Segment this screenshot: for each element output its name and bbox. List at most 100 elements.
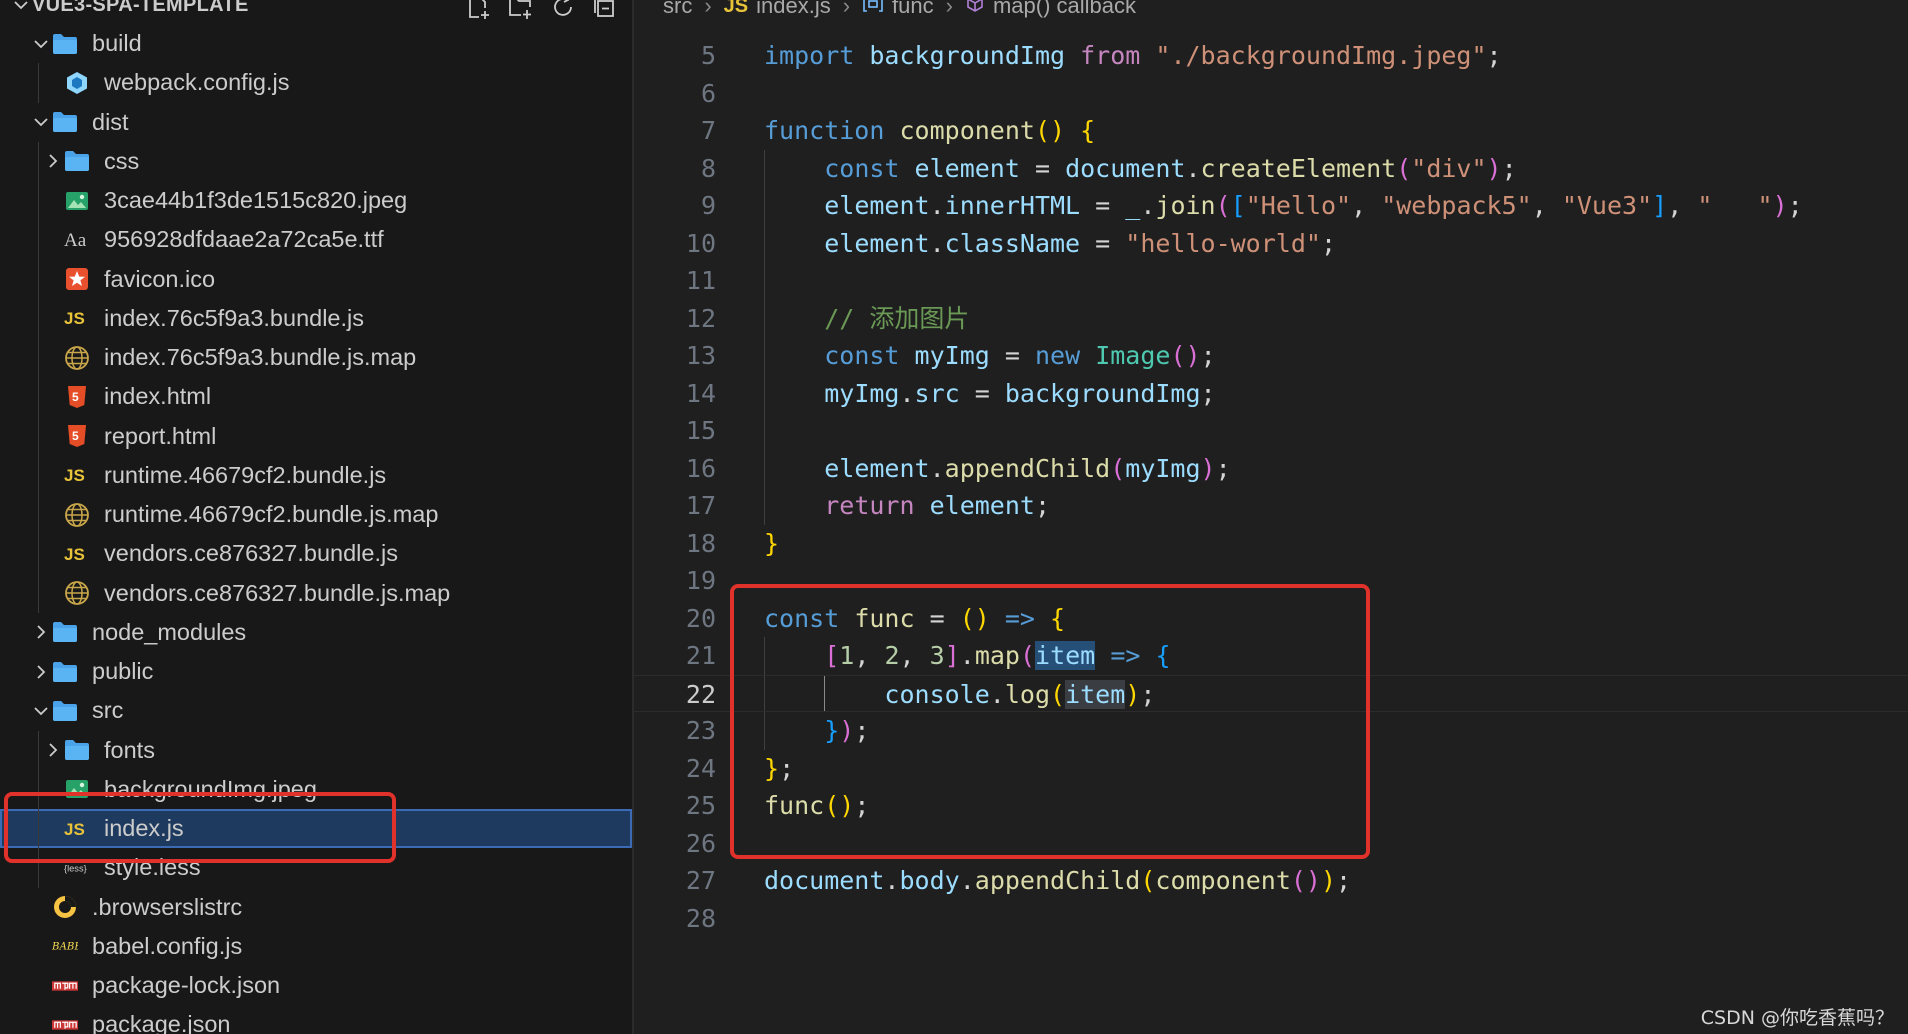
tree-file[interactable]: 3cae44b1f3de1515c820.jpeg bbox=[0, 181, 632, 221]
indent-guide bbox=[38, 338, 39, 378]
tree-file[interactable]: package.json bbox=[0, 1005, 632, 1034]
code-line[interactable]: 12 // 添加图片 bbox=[634, 299, 1908, 338]
tree-folder[interactable]: src bbox=[0, 691, 632, 730]
code-editor[interactable]: src › JS index.js › func › map() callbac… bbox=[634, 0, 1908, 1034]
tree-folder[interactable]: build bbox=[0, 24, 632, 63]
code-line[interactable]: 9 element.innerHTML = _.join(["Hello", "… bbox=[634, 187, 1908, 225]
tree-folder[interactable]: css bbox=[0, 141, 632, 181]
code-line[interactable]: 17 return element; bbox=[634, 487, 1908, 525]
chevron-down-icon[interactable] bbox=[30, 33, 52, 55]
tree-file[interactable]: BABEL babel.config.js bbox=[0, 927, 632, 966]
svg-text:BABEL: BABEL bbox=[52, 942, 78, 953]
tree-file[interactable]: JS runtime.46679cf2.bundle.js bbox=[0, 455, 632, 495]
code-line[interactable]: 10 element.className = "hello-world"; bbox=[634, 224, 1908, 262]
code-line[interactable]: 27 document.body.appendChild(component())… bbox=[634, 862, 1908, 900]
chevron-down-icon[interactable] bbox=[30, 111, 52, 133]
tree-file[interactable]: favicon.ico bbox=[0, 259, 632, 299]
breadcrumb-func[interactable]: func bbox=[892, 0, 934, 19]
tree-folder[interactable]: fonts bbox=[0, 730, 632, 770]
tree-file[interactable]: index.76c5f9a3.bundle.js.map bbox=[0, 338, 632, 378]
code-line[interactable]: 13 const myImg = new Image(); bbox=[634, 337, 1908, 375]
code-line[interactable]: 6 bbox=[634, 75, 1908, 113]
tree-item-label: css bbox=[104, 147, 140, 174]
chevron-right-icon[interactable] bbox=[42, 739, 64, 761]
code-token: ) bbox=[1772, 191, 1788, 220]
code-line[interactable]: 15 bbox=[634, 412, 1908, 450]
chevron-right-icon: › bbox=[945, 0, 953, 18]
tree-item-label: babel.config.js bbox=[92, 932, 243, 959]
line-number: 19 bbox=[685, 566, 716, 595]
tree-file[interactable]: JS index.76c5f9a3.bundle.js bbox=[0, 298, 632, 338]
tree-item-label: .browserslistrc bbox=[92, 893, 243, 920]
new-folder-icon[interactable] bbox=[508, 0, 536, 22]
refresh-icon[interactable] bbox=[550, 0, 578, 22]
code-line[interactable]: 28 bbox=[634, 900, 1908, 938]
tree-file[interactable]: .browserslistrc bbox=[0, 888, 632, 927]
chevron-right-icon[interactable] bbox=[42, 150, 64, 172]
tree-folder[interactable]: public bbox=[0, 652, 632, 691]
collapse-all-icon[interactable] bbox=[592, 0, 620, 22]
svg-text:5: 5 bbox=[72, 429, 79, 443]
tree-file[interactable]: runtime.46679cf2.bundle.js.map bbox=[0, 495, 632, 535]
tree-folder[interactable]: dist bbox=[0, 103, 632, 142]
tree-item-label: package-lock.json bbox=[92, 972, 281, 999]
code-token: ( bbox=[1140, 866, 1156, 895]
tree-folder[interactable]: node_modules bbox=[0, 613, 632, 652]
svg-text:5: 5 bbox=[72, 390, 79, 404]
line-number: 8 bbox=[700, 153, 716, 183]
browserslist-icon bbox=[52, 894, 78, 920]
code-line[interactable]: 5 import backgroundImg from "./background… bbox=[634, 37, 1908, 75]
new-file-icon[interactable] bbox=[466, 0, 494, 22]
code-line[interactable]: 7 function component() { bbox=[634, 112, 1908, 150]
code-token: () bbox=[1170, 341, 1201, 370]
explorer-header[interactable]: VUE3-SPA-TEMPLATE bbox=[0, 0, 632, 22]
breadcrumb-file[interactable]: index.js bbox=[756, 0, 831, 19]
code-token: ] bbox=[1652, 191, 1668, 220]
code-token: body bbox=[899, 866, 960, 895]
explorer-actions bbox=[466, 0, 620, 22]
breadcrumb-src[interactable]: src bbox=[663, 0, 692, 19]
tree-file[interactable]: package-lock.json bbox=[0, 966, 632, 1005]
code-line[interactable]: 18} bbox=[634, 525, 1908, 563]
line-number: 10 bbox=[685, 228, 716, 258]
tree-file[interactable]: 5 report.html bbox=[0, 416, 632, 456]
indent-guide bbox=[38, 220, 39, 260]
tree-file[interactable]: webpack.config.js bbox=[0, 63, 632, 103]
breadcrumb-callback[interactable]: map() callback bbox=[993, 0, 1136, 19]
indent-guide bbox=[38, 298, 39, 338]
line-number: 15 bbox=[685, 416, 716, 445]
code-line[interactable]: 16 element.appendChild(myImg); bbox=[634, 449, 1908, 487]
tree-item-label: vendors.ce876327.bundle.js bbox=[104, 540, 398, 567]
line-number: 28 bbox=[685, 903, 716, 933]
tree-item-label: report.html bbox=[104, 422, 217, 449]
code-token: "hello-world" bbox=[1125, 228, 1321, 258]
folder-icon bbox=[52, 659, 78, 685]
code-token: ; bbox=[1787, 191, 1803, 220]
chevron-right-icon[interactable] bbox=[30, 621, 52, 643]
tree-item-label: index.76c5f9a3.bundle.js.map bbox=[104, 344, 417, 371]
chevron-down-icon[interactable] bbox=[10, 0, 32, 16]
code-line[interactable]: 14 myImg.src = backgroundImg; bbox=[634, 374, 1908, 412]
js-file-icon: JS bbox=[64, 541, 90, 567]
svg-text:Aa: Aa bbox=[64, 230, 87, 251]
tree-item-label: index.76c5f9a3.bundle.js bbox=[104, 304, 365, 331]
code-token: element bbox=[914, 153, 1020, 183]
chevron-down-icon[interactable] bbox=[30, 700, 52, 722]
babel-icon: BABEL bbox=[52, 933, 78, 959]
code-token: ) bbox=[1320, 866, 1337, 895]
tree-file[interactable]: JS vendors.ce876327.bundle.js bbox=[0, 534, 632, 574]
chevron-right-icon[interactable] bbox=[30, 661, 52, 683]
tree-file[interactable]: Aa 956928dfdaae2a72ca5e.ttf bbox=[0, 220, 632, 260]
tree-file[interactable]: vendors.ce876327.bundle.js.map bbox=[0, 573, 632, 613]
tree-item-label: 956928dfdaae2a72ca5e.ttf bbox=[104, 226, 384, 253]
code-token: className bbox=[944, 228, 1081, 258]
code-line[interactable]: 8 const element = document.createElement… bbox=[634, 149, 1908, 187]
code-line[interactable]: 11 bbox=[634, 262, 1908, 300]
indent-guide bbox=[764, 412, 765, 450]
tree-file[interactable]: 5 index.html bbox=[0, 377, 632, 417]
code-text: // 添加图片 bbox=[764, 300, 969, 338]
